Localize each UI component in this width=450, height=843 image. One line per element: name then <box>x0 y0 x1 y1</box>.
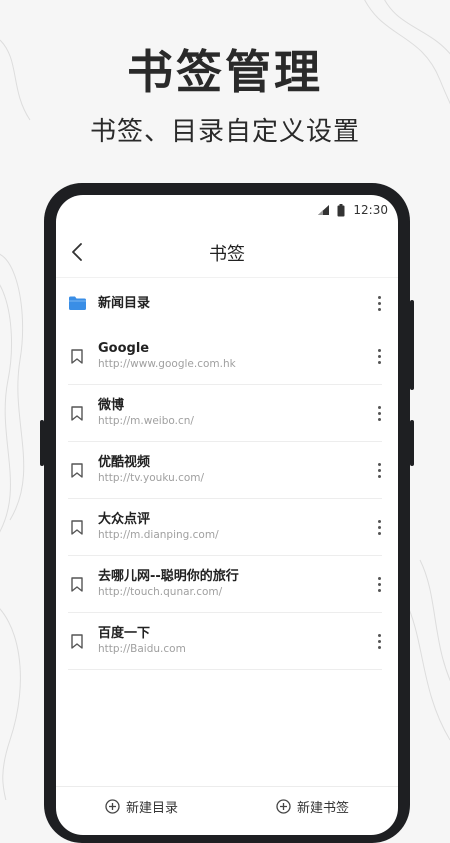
status-bar: 12:30 <box>56 195 398 227</box>
more-vertical-icon-dot <box>377 525 381 529</box>
more-vertical-icon-dot <box>377 588 381 592</box>
list-item-text: 优酷视频 http://tv.youku.com/ <box>98 454 204 486</box>
add-circle-icon <box>105 799 120 814</box>
promo-subheadline: 书签、目录自定义设置 <box>89 117 360 147</box>
bookmark-icon-wrap <box>68 518 86 536</box>
phone-side-button-right-top <box>410 300 414 390</box>
bookmark-title: 百度一下 <box>98 626 151 641</box>
more-vertical-icon-dot <box>377 360 381 364</box>
more-vertical-icon <box>377 576 381 580</box>
bookmark-icon-wrap <box>68 632 86 650</box>
bookmark-title: 大众点评 <box>98 512 151 527</box>
list-item-bookmark[interactable]: 微博 http://m.weibo.cn/ <box>68 385 382 442</box>
status-time: 12:30 <box>353 203 388 217</box>
page-title: 书签 <box>209 244 245 265</box>
list-item-bookmark[interactable]: 百度一下 http://Baidu.com <box>68 613 382 670</box>
more-options-button[interactable] <box>372 346 386 366</box>
more-vertical-icon <box>377 348 381 352</box>
list-item-bookmark[interactable]: Google http://www.google.com.hk <box>68 328 382 385</box>
bookmark-title: Google <box>98 341 150 356</box>
more-options-button[interactable] <box>372 460 386 480</box>
more-options-button[interactable] <box>372 574 386 594</box>
new-bookmark-button[interactable]: 新建书签 <box>227 787 398 816</box>
list-item-text: 微博 http://m.weibo.cn/ <box>98 397 194 429</box>
bookmark-icon-wrap <box>68 347 86 365</box>
bookmark-url: http://m.dianping.com/ <box>98 529 219 541</box>
more-vertical-icon <box>377 633 381 637</box>
more-options-button[interactable] <box>372 631 386 651</box>
bookmark-icon <box>71 405 83 421</box>
bookmark-url: http://touch.qunar.com/ <box>98 586 223 598</box>
status-indicators: 12:30 <box>318 203 388 217</box>
bookmark-title: 微博 <box>98 398 125 413</box>
battery-icon <box>337 203 345 216</box>
add-circle-icon <box>276 799 291 814</box>
more-vertical-icon-dot <box>377 645 381 649</box>
nav-bar: 书签 <box>56 227 398 278</box>
more-vertical-icon <box>377 462 381 466</box>
bookmark-icon <box>71 519 83 535</box>
bottom-action-bar: 新建目录 新建书签 <box>56 786 398 835</box>
list-item-bookmark[interactable]: 大众点评 http://m.dianping.com/ <box>68 499 382 556</box>
bookmark-icon-wrap <box>68 461 86 479</box>
signal-icon <box>318 205 330 215</box>
more-vertical-icon-dot <box>377 639 381 643</box>
more-vertical-icon <box>377 295 381 299</box>
bookmark-url: http://www.google.com.hk <box>98 358 236 370</box>
promo-headline: 书签管理 <box>127 45 323 99</box>
bookmark-url: http://tv.youku.com/ <box>98 472 205 484</box>
phone-side-button-left <box>40 420 44 466</box>
bookmark-icon <box>71 462 83 478</box>
more-vertical-icon-dot <box>377 474 381 478</box>
list-item-text: 新闻目录 <box>98 295 150 312</box>
more-options-button[interactable] <box>372 293 386 313</box>
bookmark-title: 优酷视频 <box>98 455 151 470</box>
bookmark-url: http://Baidu.com <box>98 643 186 655</box>
bookmark-icon-wrap <box>68 404 86 422</box>
bookmark-list: 新闻目录 Google http://www.google.com.hk 微博 … <box>56 278 398 670</box>
more-vertical-icon-dot <box>377 417 381 421</box>
folder-title: 新闻目录 <box>98 295 151 311</box>
more-vertical-icon-dot <box>377 531 381 535</box>
bookmark-url: http://m.weibo.cn/ <box>98 415 194 427</box>
more-vertical-icon-dot <box>377 307 381 311</box>
bookmark-icon <box>71 576 83 592</box>
more-vertical-icon-dot <box>377 582 381 586</box>
list-item-text: 百度一下 http://Baidu.com <box>98 625 186 657</box>
more-vertical-icon <box>377 405 381 409</box>
list-item-bookmark[interactable]: 去哪儿网--聪明你的旅行 http://touch.qunar.com/ <box>68 556 382 613</box>
more-vertical-icon-dot <box>377 468 381 472</box>
list-item-text: 大众点评 http://m.dianping.com/ <box>98 511 219 543</box>
list-item-text: 去哪儿网--聪明你的旅行 http://touch.qunar.com/ <box>98 568 239 600</box>
phone-side-button-right-bottom <box>410 420 414 466</box>
list-item-text: Google http://www.google.com.hk <box>98 340 236 372</box>
bookmark-title: 去哪儿网--聪明你的旅行 <box>98 569 239 584</box>
list-item-folder[interactable]: 新闻目录 <box>68 278 382 328</box>
new-folder-button[interactable]: 新建目录 <box>56 787 227 816</box>
phone-screen: 12:30 书签 新闻目录 Google http://www.google.c… <box>56 195 398 835</box>
folder-icon-wrap <box>68 294 86 312</box>
more-options-button[interactable] <box>372 517 386 537</box>
more-vertical-icon <box>377 519 381 523</box>
more-options-button[interactable] <box>372 403 386 423</box>
bookmark-icon <box>71 348 83 364</box>
bookmark-icon-wrap <box>68 575 86 593</box>
more-vertical-icon-dot <box>377 301 381 305</box>
bookmark-icon <box>71 633 83 649</box>
list-item-bookmark[interactable]: 优酷视频 http://tv.youku.com/ <box>68 442 382 499</box>
more-vertical-icon-dot <box>377 354 381 358</box>
more-vertical-icon-dot <box>377 411 381 415</box>
folder-icon <box>68 296 86 310</box>
